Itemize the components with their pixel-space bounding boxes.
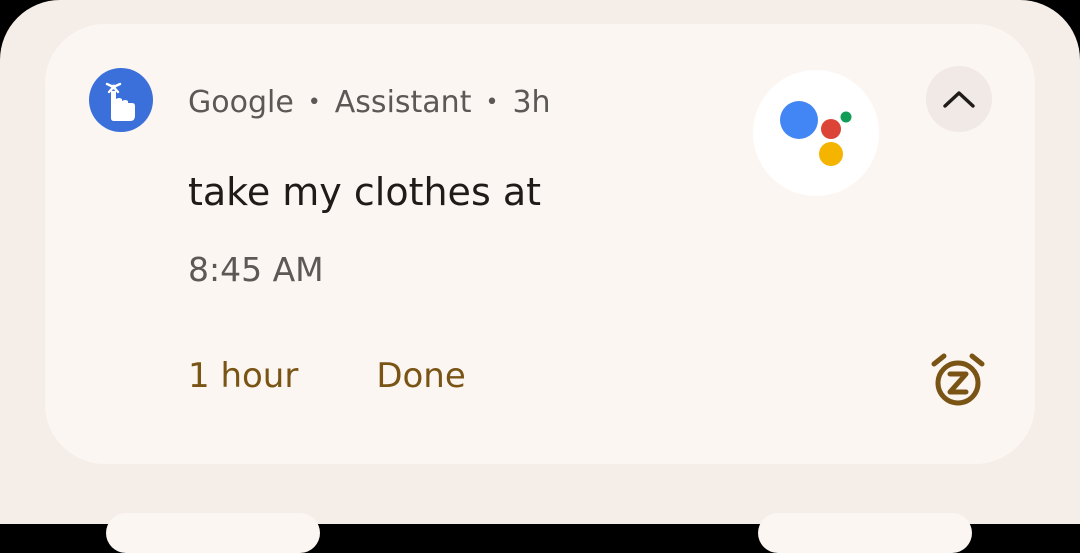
notification-card[interactable]: Google • Assistant • 3h take my clothes … xyxy=(45,24,1035,464)
app-name: Google xyxy=(188,84,294,120)
done-button[interactable]: Done xyxy=(376,356,465,396)
snooze-1-hour-button[interactable]: 1 hour xyxy=(188,356,298,396)
notification-actions: 1 hour Done xyxy=(188,356,466,396)
google-assistant-logo xyxy=(753,70,879,196)
next-notification-card[interactable] xyxy=(106,513,320,553)
collapse-button[interactable] xyxy=(926,66,992,132)
separator-dot: • xyxy=(485,89,499,115)
assistant-dots-icon xyxy=(780,101,852,166)
next-notification-card[interactable] xyxy=(758,513,972,553)
channel-name: Assistant xyxy=(334,84,472,120)
notification-title: take my clothes at xyxy=(188,170,542,214)
chevron-up-icon xyxy=(943,91,975,108)
finger-ribbon-reminder-icon xyxy=(105,82,135,121)
snooze-button[interactable] xyxy=(930,352,986,408)
separator-dot: • xyxy=(307,89,321,115)
reminder-app-icon xyxy=(89,68,153,132)
snooze-alarm-icon xyxy=(931,353,985,406)
notification-time: 8:45 AM xyxy=(188,250,324,289)
notification-shade: Google • Assistant • 3h take my clothes … xyxy=(0,0,1080,553)
notification-age: 3h xyxy=(512,84,551,120)
notification-header: Google • Assistant • 3h xyxy=(188,82,551,122)
